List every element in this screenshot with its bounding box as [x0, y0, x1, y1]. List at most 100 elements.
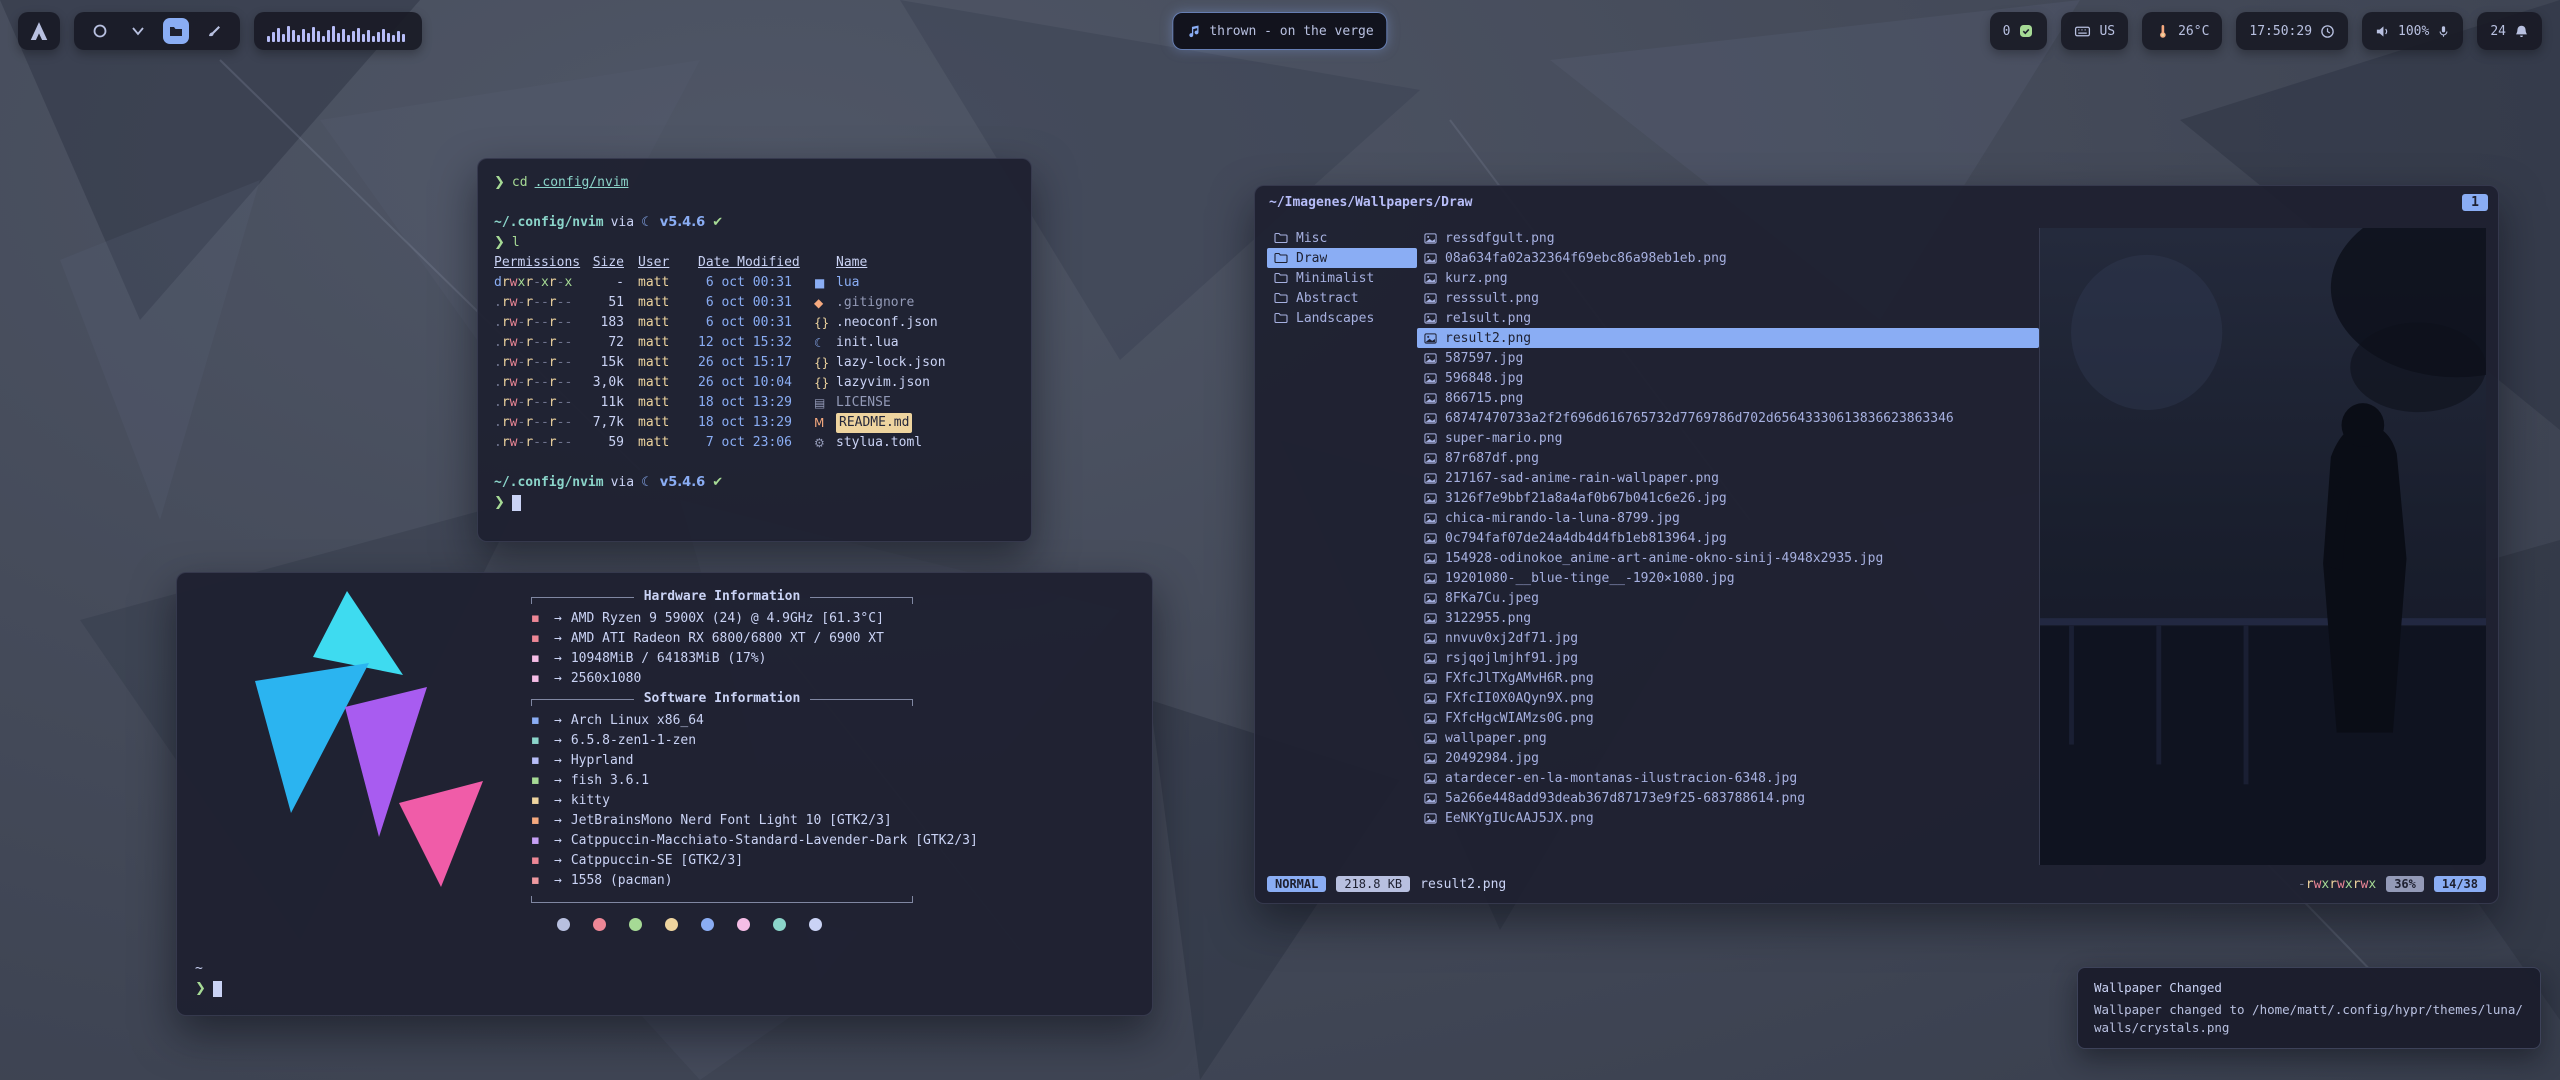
- file-name: 20492984.jpg: [1445, 751, 1539, 766]
- sidebar-item[interactable]: Misc: [1267, 228, 1417, 248]
- updates-module[interactable]: 0: [1990, 12, 2048, 50]
- image-file-icon: [1424, 552, 1437, 565]
- file-row[interactable]: resssult.png: [1417, 288, 2039, 308]
- arrow-icon: →: [554, 831, 562, 851]
- info-line: ▪ → 2560x1080: [531, 669, 1131, 689]
- info-text: fish 3.6.1: [571, 771, 649, 791]
- image-file-icon: [1424, 512, 1437, 525]
- blank-line: [494, 453, 1015, 473]
- weather-temp: 26°C: [2178, 24, 2209, 39]
- file-row[interactable]: 3122955.png: [1417, 608, 2039, 628]
- media-title: thrown - on the verge: [1209, 24, 1373, 39]
- file-row[interactable]: result2.png: [1417, 328, 2039, 348]
- notifications-module[interactable]: 24: [2477, 12, 2542, 50]
- file-row[interactable]: 154928-odinokoe_anime-art-anime-okno-sin…: [1417, 548, 2039, 568]
- file-row[interactable]: FXfcHgcWIAMzs0G.png: [1417, 708, 2039, 728]
- software-section-header: Software Information: [531, 689, 913, 709]
- info-bullet-icon: ▪: [531, 629, 545, 649]
- file-date: 18 oct 13:29: [698, 393, 802, 413]
- file-size: -: [582, 273, 624, 293]
- status-bar: NORMAL 218.8 KB result2.png -rwxrwxrwx 3…: [1267, 872, 2486, 896]
- file-row[interactable]: 0c794faf07de24a4db4d4fb1eb813964.jpg: [1417, 528, 2039, 548]
- file-row[interactable]: 20492984.jpg: [1417, 748, 2039, 768]
- sidebar-item[interactable]: Draw: [1267, 248, 1417, 268]
- keyboard-layout-module[interactable]: US: [2061, 12, 2128, 50]
- file-row[interactable]: FXfcJlTXgAMvH6R.png: [1417, 668, 2039, 688]
- info-bullet-icon: ▪: [531, 871, 545, 891]
- file-name: ressdfgult.png: [1445, 231, 1555, 246]
- file-row[interactable]: 866715.png: [1417, 388, 2039, 408]
- file-row[interactable]: 8FKa7Cu.jpeg: [1417, 588, 2039, 608]
- fetch-shell-prompt[interactable]: ~ ❯: [195, 958, 222, 999]
- fetch-terminal-window[interactable]: Hardware Information ▪ → AMD Ryzen 9 590…: [176, 572, 1153, 1016]
- file-type-icon: {}: [814, 353, 836, 373]
- hardware-section-header: Hardware Information: [531, 587, 913, 607]
- file-row[interactable]: 5a266e448add93deab367d87173e9f25-6837886…: [1417, 788, 2039, 808]
- color-dot: [593, 918, 606, 931]
- ls-row: .rw-r--r-- 72 matt 12 oct 15:32 ☾ init.l…: [494, 333, 1015, 353]
- file-row[interactable]: nnvuv0xj2df71.jpg: [1417, 628, 2039, 648]
- preview-image: [2040, 228, 2486, 865]
- file-type-icon: ⚙: [814, 433, 836, 453]
- file-row[interactable]: 19201080-__blue-tinge__-1920×1080.jpg: [1417, 568, 2039, 588]
- arch-logo-icon: [28, 20, 50, 42]
- file-date: 26 oct 10:04: [698, 373, 802, 393]
- ls-row: .rw-r--r-- 59 matt 7 oct 23:06 ⚙ stylua.…: [494, 433, 1015, 453]
- workspace-button-2[interactable]: [125, 18, 151, 44]
- file-name: rsjqojlmjhf91.jpg: [1445, 651, 1578, 666]
- status-check-icon: ✔: [712, 473, 723, 493]
- file-type-icon: ☾: [814, 333, 836, 353]
- file-name: super-mario.png: [1445, 431, 1562, 446]
- sidebar-item[interactable]: Abstract: [1267, 288, 1417, 308]
- file-row[interactable]: atardecer-en-la-montanas-ilustracion-634…: [1417, 768, 2039, 788]
- workspace-button-1[interactable]: [87, 18, 113, 44]
- file-row[interactable]: FXfcII0X0AQyn9X.png: [1417, 688, 2039, 708]
- clock-module[interactable]: 17:50:29: [2236, 12, 2348, 50]
- file-row[interactable]: rsjqojlmjhf91.jpg: [1417, 648, 2039, 668]
- file-row[interactable]: EeNKYgIUcAAJ5JX.png: [1417, 808, 2039, 828]
- file-row[interactable]: chica-mirando-la-luna-8799.jpg: [1417, 508, 2039, 528]
- info-line: ▪ → Arch Linux x86_64: [531, 711, 1131, 731]
- file-owner: matt: [638, 313, 684, 333]
- workspace-button-3-active[interactable]: [163, 18, 189, 44]
- workspace-button-4[interactable]: [201, 18, 227, 44]
- file-row[interactable]: 3126f7e9bbf21a8a4af0b67b041c6e26.jpg: [1417, 488, 2039, 508]
- info-line: ▪ → Hyprland: [531, 751, 1131, 771]
- arrow-icon: →: [554, 669, 562, 689]
- weather-module[interactable]: 26°C: [2142, 12, 2222, 50]
- lua-version: v5.4.6: [660, 473, 706, 493]
- volume-module[interactable]: 100%: [2362, 12, 2463, 50]
- media-player-widget[interactable]: thrown - on the verge: [1172, 12, 1387, 50]
- keyboard-icon: [2074, 23, 2091, 40]
- file-row[interactable]: 596848.jpg: [1417, 368, 2039, 388]
- file-row[interactable]: 87r687df.png: [1417, 448, 2039, 468]
- file-row[interactable]: ressdfgult.png: [1417, 228, 2039, 248]
- terminal-window[interactable]: ❯cd.config/nvim ~/.config/nvimvia☾v5.4.6…: [477, 158, 1032, 542]
- thermometer-icon: [2155, 24, 2170, 39]
- file-row[interactable]: 08a634fa02a32364f69ebc86a98eb1eb.png: [1417, 248, 2039, 268]
- file-row[interactable]: 217167-sad-anime-rain-wallpaper.png: [1417, 468, 2039, 488]
- cwd-path: ~/.config/nvim: [494, 473, 604, 493]
- file-manager-window[interactable]: ~/Imagenes/Wallpapers/Draw 1 Misc Draw M…: [1254, 185, 2499, 904]
- shell-input-line[interactable]: ❯: [494, 493, 1015, 513]
- file-name: 3126f7e9bbf21a8a4af0b67b041c6e26.jpg: [1445, 491, 1727, 506]
- file-row[interactable]: super-mario.png: [1417, 428, 2039, 448]
- sidebar-item[interactable]: Minimalist: [1267, 268, 1417, 288]
- ls-table-header: PermissionsSizeUserDate ModifiedName: [494, 253, 1015, 273]
- ls-row: .rw-r--r-- 11k matt 18 oct 13:29 ▤ LICEN…: [494, 393, 1015, 413]
- file-row[interactable]: re1sult.png: [1417, 308, 2039, 328]
- image-file-icon: [1424, 332, 1437, 345]
- image-file-icon: [1424, 252, 1437, 265]
- file-row[interactable]: 68747470733a2f2f696d616765732d7769786d70…: [1417, 408, 2039, 428]
- directory-name: Draw: [1296, 251, 1327, 266]
- speaker-icon: [2375, 24, 2390, 39]
- image-file-icon: [1424, 672, 1437, 685]
- file-row[interactable]: kurz.png: [1417, 268, 2039, 288]
- launcher-button[interactable]: [18, 12, 60, 50]
- sidebar-item[interactable]: Landscapes: [1267, 308, 1417, 328]
- file-name: EeNKYgIUcAAJ5JX.png: [1445, 811, 1594, 826]
- file-row[interactable]: wallpaper.png: [1417, 728, 2039, 748]
- notification-toast[interactable]: Wallpaper Changed Wallpaper changed to /…: [2077, 967, 2541, 1049]
- file-row[interactable]: 587597.jpg: [1417, 348, 2039, 368]
- file-permissions: .rw-r--r--: [494, 353, 582, 373]
